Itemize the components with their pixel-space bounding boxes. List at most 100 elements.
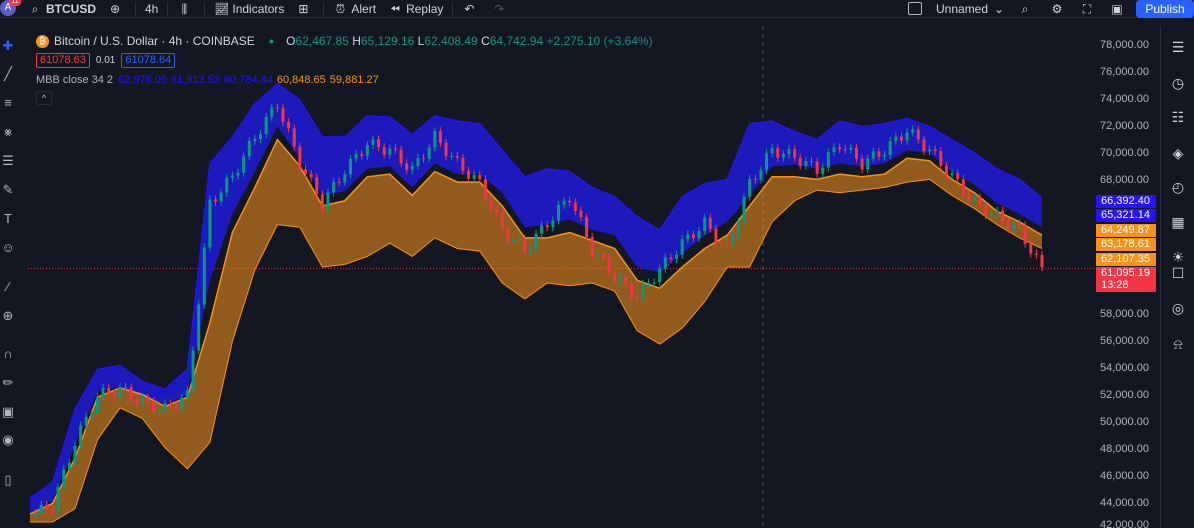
- collapse-legend-button[interactable]: ^: [36, 91, 52, 105]
- candle-body: [798, 157, 802, 166]
- candle-body: [894, 136, 898, 142]
- candle-body: [551, 220, 555, 228]
- spread-value: 0.01: [95, 54, 116, 66]
- candle-body: [208, 199, 212, 248]
- replay-button[interactable]: ⏪︎ Replay: [382, 0, 449, 18]
- candle-body: [79, 425, 83, 447]
- indicators-icon: 📈︎: [214, 1, 230, 16]
- watchlist-icon[interactable]: ☰: [1169, 38, 1187, 56]
- signal-icon[interactable]: ◎: [1169, 299, 1187, 317]
- close-key: C: [481, 34, 490, 48]
- candle-body: [467, 170, 471, 179]
- candle-body: [838, 147, 842, 150]
- trend-line-icon[interactable]: ╱: [0, 65, 16, 83]
- price-tag-lower-inner: 63,178.61: [1096, 238, 1156, 251]
- candle-body: [292, 128, 296, 147]
- open-value: 62,467.85: [295, 34, 349, 48]
- lock-icon[interactable]: ▣: [0, 403, 16, 421]
- trash-icon[interactable]: ▯: [0, 471, 16, 489]
- symbol-search-button[interactable]: ⌕ BTCUSD: [22, 0, 102, 18]
- candle-body: [540, 225, 544, 234]
- gear-icon: ⚙︎: [1051, 1, 1063, 16]
- publish-button[interactable]: Publish: [1136, 0, 1194, 18]
- templates-button[interactable]: ⊞: [290, 0, 320, 18]
- candle-body: [95, 396, 99, 414]
- chart-type-button[interactable]: ⫼: [171, 0, 201, 18]
- candle-body: [720, 242, 724, 244]
- brush-icon[interactable]: ✎: [0, 181, 16, 199]
- quick-search-button[interactable]: ⌕: [1012, 0, 1042, 18]
- candle-body: [62, 469, 66, 488]
- price-tick: 48,000.00: [1100, 443, 1149, 455]
- indicators-label: Indicators: [232, 1, 285, 16]
- candle-body: [427, 147, 431, 159]
- candle-body: [512, 239, 516, 241]
- snapshot-button[interactable]: ▣: [1104, 0, 1134, 18]
- symbol-title[interactable]: Bitcoin / U.S. Dollar · 4h · COINBASE: [54, 34, 255, 48]
- top-toolbar: A 11 ⌕ BTCUSD ⊕ 4h ⫼ 📈︎ Indicators ⊞ ⏰︎ …: [0, 0, 1194, 18]
- layers-icon[interactable]: ◈: [1169, 144, 1187, 162]
- calendar-icon[interactable]: ▦: [1169, 213, 1187, 231]
- indicators-button[interactable]: 📈︎ Indicators: [208, 0, 290, 18]
- price-tick: 74,000.00: [1100, 93, 1149, 105]
- buy-button[interactable]: 61078.64: [121, 52, 176, 68]
- quick-search-icon: ⌕: [1021, 1, 1029, 16]
- layout-toggle[interactable]: Unnamed ⌄: [902, 0, 1016, 18]
- data-window-icon[interactable]: ☷: [1169, 108, 1187, 126]
- candle-body: [264, 117, 268, 135]
- ruler-icon[interactable]: ∕: [0, 278, 16, 296]
- settings-button[interactable]: ⚙︎: [1044, 0, 1074, 18]
- crosshair-icon[interactable]: ✚: [0, 37, 16, 55]
- plus-circle-icon: ⊕: [109, 1, 121, 16]
- chat-icon[interactable]: ☐: [1169, 264, 1187, 282]
- candle-body: [601, 254, 605, 258]
- candle-body: [455, 156, 459, 158]
- zoom-in-icon[interactable]: ⊕: [0, 307, 16, 325]
- candle-body: [163, 403, 167, 410]
- candle-body: [34, 513, 38, 516]
- avatar[interactable]: A 11: [0, 0, 22, 18]
- candle-body: [646, 282, 650, 284]
- emoji-icon[interactable]: ☺: [0, 239, 16, 257]
- candle-body: [573, 202, 577, 211]
- fullscreen-icon: ⛶: [1082, 1, 1092, 16]
- candle-body: [90, 413, 94, 417]
- candle-body: [225, 177, 229, 193]
- candle-body: [326, 192, 330, 210]
- candle-body: [922, 139, 926, 152]
- alerts-clock-icon[interactable]: ◷: [1169, 74, 1187, 92]
- candle-body: [169, 403, 173, 406]
- redo-button[interactable]: ↷: [486, 0, 516, 18]
- market-status-icon: ●: [268, 36, 275, 46]
- indicator-legend-row[interactable]: MBB close 34 2 62,978.05 61,913.53 60,78…: [36, 72, 653, 88]
- bell-icon[interactable]: ⍾: [1169, 335, 1187, 353]
- text-icon[interactable]: T: [0, 210, 16, 228]
- fib-icon[interactable]: ☰: [0, 152, 16, 170]
- candle-body: [320, 194, 324, 210]
- magnet-icon[interactable]: ∩: [0, 345, 16, 363]
- candle-body: [944, 165, 948, 176]
- horizontal-lines-icon[interactable]: ≡: [0, 94, 16, 112]
- interval-button[interactable]: 4h: [139, 0, 164, 18]
- sell-button[interactable]: 61078.63: [36, 52, 90, 68]
- redo-icon: ↷: [494, 1, 505, 16]
- candle-body: [613, 273, 617, 281]
- price-tag-lower-outer: 62,107.35: [1096, 253, 1156, 266]
- lock-drawing-icon[interactable]: ✏: [0, 374, 16, 392]
- indicator-value-2: 61,913.53: [170, 74, 220, 86]
- pattern-icon[interactable]: ⨳: [0, 123, 16, 141]
- eye-icon[interactable]: ◉: [0, 431, 16, 449]
- undo-button[interactable]: ↶: [456, 0, 486, 18]
- candle-body: [67, 462, 71, 470]
- hotlist-icon[interactable]: ◴: [1169, 178, 1187, 196]
- compare-symbol-button[interactable]: ⊕: [102, 0, 132, 18]
- layout-name: Unnamed: [936, 1, 989, 16]
- candle-body: [984, 204, 988, 216]
- fullscreen-button[interactable]: ⛶: [1074, 0, 1104, 18]
- candle-body: [793, 149, 797, 158]
- candle-body: [242, 156, 246, 173]
- alert-button[interactable]: ⏰︎ Alert: [327, 0, 382, 18]
- candle-body: [124, 387, 128, 389]
- indicator-value-4: 60,848.65: [276, 74, 326, 86]
- candle-body: [765, 153, 769, 171]
